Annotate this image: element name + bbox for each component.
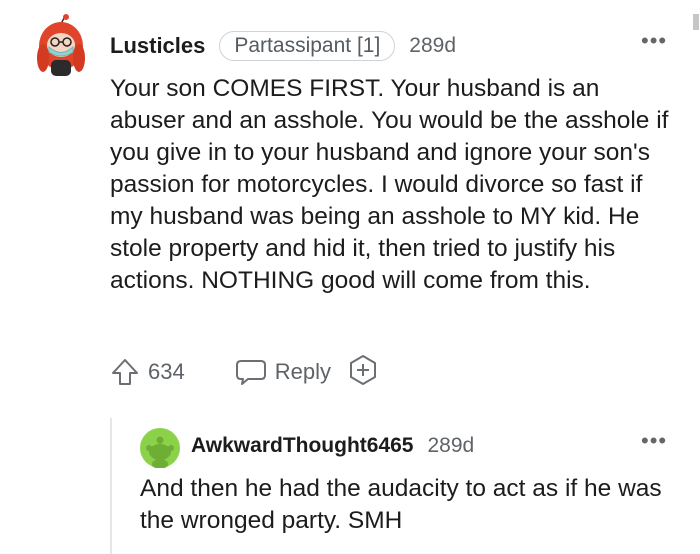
- reply-username[interactable]: AwkwardThought6465: [191, 434, 414, 458]
- reply-age: 289d: [427, 434, 475, 457]
- reply-label: Reply: [274, 359, 331, 384]
- award-button[interactable]: [347, 354, 379, 391]
- reply-user-avatar[interactable]: [140, 428, 180, 469]
- user-flair: Partassipant [1]: [219, 31, 396, 61]
- reply-button[interactable]: Reply: [235, 357, 331, 387]
- comment-body: Your son COMES FIRST. Your husband is an…: [110, 75, 669, 294]
- comment-age: 289d: [409, 34, 457, 57]
- reply-meta: AwkwardThought6465 289d: [191, 430, 474, 462]
- username[interactable]: Lusticles: [110, 33, 205, 59]
- snoo-avatar-icon: [140, 428, 180, 469]
- reply-body: And then he had the audacity to act as i…: [140, 475, 662, 534]
- snoo-avatar-icon: [37, 14, 85, 76]
- comment-actions: 634 Reply: [110, 354, 379, 390]
- upvote-button[interactable]: 634: [110, 357, 185, 387]
- vote-count: 634: [148, 359, 185, 384]
- comment-meta: Lusticles Partassipant [1] 289d: [110, 29, 456, 63]
- more-options-icon[interactable]: •••: [641, 30, 667, 52]
- scrollbar[interactable]: [693, 14, 699, 30]
- user-avatar[interactable]: [37, 14, 85, 78]
- upvote-arrow-icon: [112, 359, 138, 385]
- speech-bubble-icon: [235, 360, 266, 385]
- award-plus-icon: [349, 354, 376, 385]
- thread-line[interactable]: [110, 418, 112, 554]
- reply-more-options-icon[interactable]: •••: [641, 430, 667, 452]
